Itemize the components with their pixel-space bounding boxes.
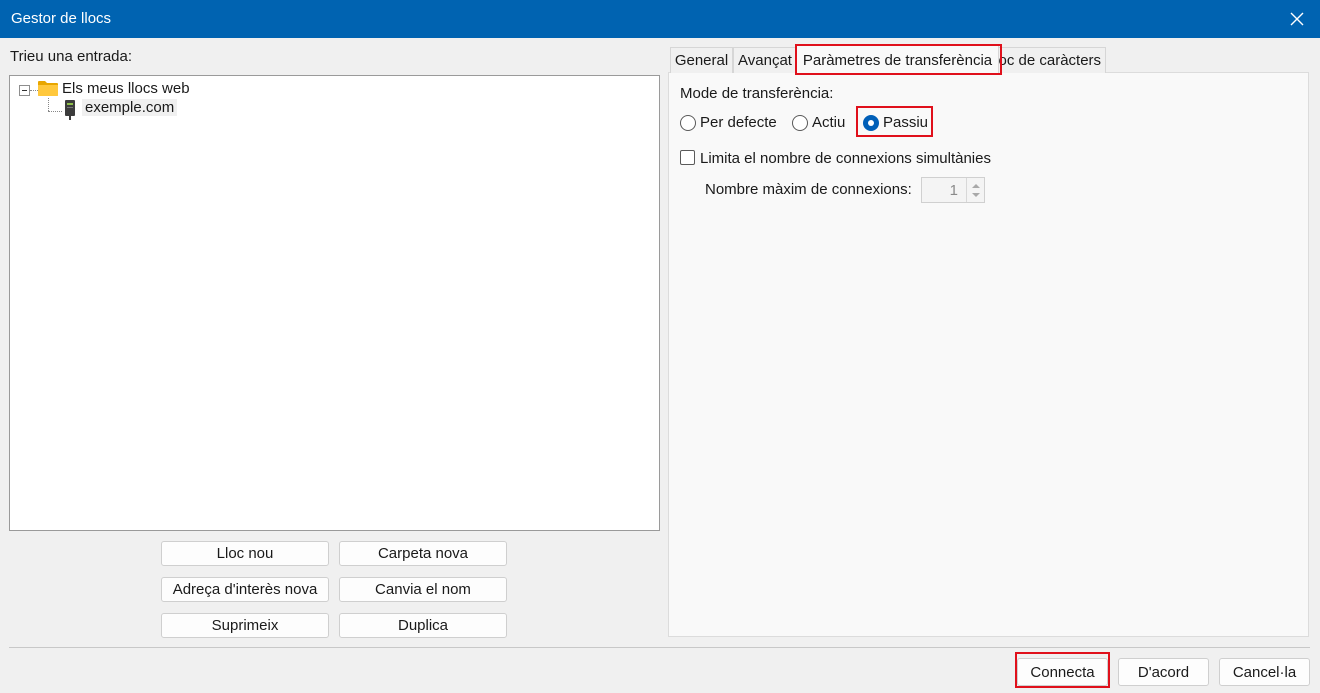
radio-default[interactable] bbox=[680, 115, 696, 131]
site-tree[interactable]: Els meus llocs web exemple.com bbox=[9, 75, 660, 531]
ok-button[interactable]: D'acord bbox=[1118, 658, 1209, 686]
spin-down-icon[interactable] bbox=[972, 193, 980, 197]
cancel-button[interactable]: Cancel·la bbox=[1219, 658, 1310, 686]
select-entry-label: Trieu una entrada: bbox=[10, 48, 133, 65]
tab-general[interactable]: General bbox=[670, 47, 733, 73]
collapse-toggle-icon[interactable] bbox=[19, 85, 30, 96]
rename-button[interactable]: Canvia el nom bbox=[339, 577, 507, 602]
transfer-mode-label: Mode de transferència: bbox=[680, 85, 834, 102]
tree-connector bbox=[48, 98, 49, 111]
title-bar: Gestor de llocs bbox=[0, 0, 1320, 38]
tab-advanced[interactable]: Avançat bbox=[733, 47, 797, 73]
max-connections-spinner[interactable]: 1 bbox=[921, 177, 985, 203]
close-button[interactable] bbox=[1274, 0, 1320, 38]
tab-charset-label: Joc de caràcters bbox=[998, 52, 1102, 69]
footer-separator bbox=[9, 647, 1310, 648]
close-icon bbox=[1290, 12, 1304, 26]
radio-passive[interactable] bbox=[863, 115, 879, 131]
new-site-button[interactable]: Lloc nou bbox=[161, 541, 329, 566]
tree-item-my-sites[interactable]: Els meus llocs web bbox=[62, 80, 190, 97]
radio-active-label[interactable]: Actiu bbox=[812, 114, 845, 131]
tab-charset[interactable]: Joc de caràcters bbox=[998, 47, 1106, 73]
new-folder-button[interactable]: Carpeta nova bbox=[339, 541, 507, 566]
spin-up-icon[interactable] bbox=[972, 184, 980, 188]
limit-connections-checkbox[interactable] bbox=[680, 150, 695, 165]
max-connections-value: 1 bbox=[949, 182, 958, 199]
tab-transfer-settings[interactable]: Paràmetres de transferència bbox=[796, 44, 999, 75]
tree-connector bbox=[48, 111, 62, 112]
duplicate-button[interactable]: Duplica bbox=[339, 613, 507, 638]
radio-default-label[interactable]: Per defecte bbox=[700, 114, 777, 131]
server-icon bbox=[65, 100, 75, 120]
window-title: Gestor de llocs bbox=[11, 10, 112, 27]
spinner-arrows[interactable] bbox=[966, 178, 984, 202]
folder-icon bbox=[38, 81, 58, 96]
tree-item-site[interactable]: exemple.com bbox=[82, 99, 178, 116]
tree-connector bbox=[30, 90, 38, 91]
radio-active[interactable] bbox=[792, 115, 808, 131]
radio-passive-label[interactable]: Passiu bbox=[883, 114, 928, 131]
limit-connections-label[interactable]: Limita el nombre de connexions simultàni… bbox=[700, 150, 991, 167]
max-connections-label: Nombre màxim de connexions: bbox=[705, 181, 912, 198]
connect-button[interactable]: Connecta bbox=[1017, 658, 1108, 686]
delete-button[interactable]: Suprimeix bbox=[161, 613, 329, 638]
new-bookmark-button[interactable]: Adreça d'interès nova bbox=[161, 577, 329, 602]
